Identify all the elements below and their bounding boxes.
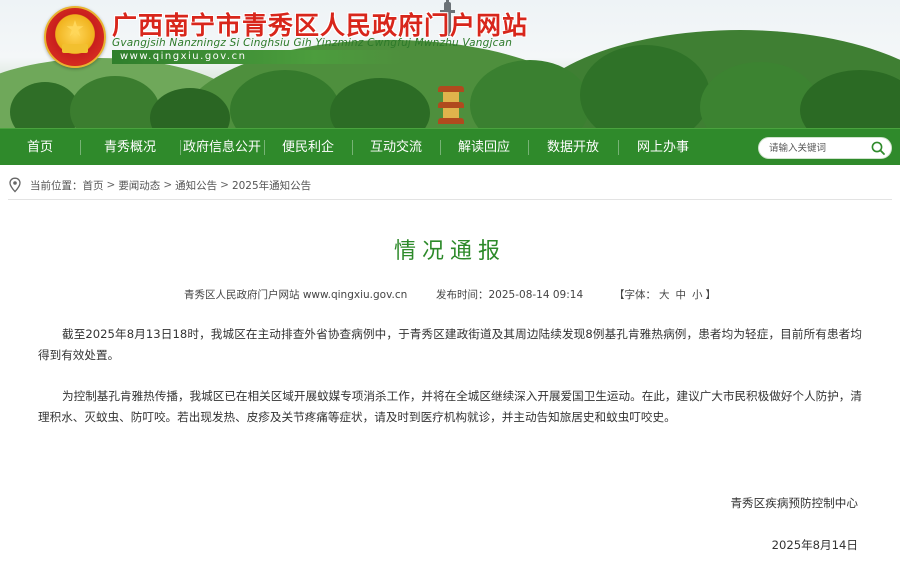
article-paragraph: 截至2025年8月13日18时，我城区在主动排查外省协查病例中，于青秀区建政街道… — [38, 327, 862, 362]
nav-item-home[interactable]: 首页 — [0, 129, 80, 166]
breadcrumb: 当前位置： 首页 > 要闻动态 > 通知公告 > 2025年通知公告 — [8, 175, 311, 195]
search-box — [758, 137, 892, 159]
main-nav: 首页 青秀概况 政府信息公开 便民利企 互动交流 解读回应 数据开放 网上办事 — [0, 128, 900, 165]
nav-item-interaction[interactable]: 互动交流 — [352, 129, 440, 166]
breadcrumb-divider — [8, 199, 892, 200]
breadcrumb-prefix: 当前位置： — [30, 179, 83, 192]
nav-item-online-services[interactable]: 网上办事 — [618, 129, 708, 166]
article-publish-time: 发布时间：2025-08-14 09:14 — [436, 287, 583, 302]
breadcrumb-separator: > — [220, 179, 229, 191]
nav-item-open-data[interactable]: 数据开放 — [528, 129, 618, 166]
article-source: 青秀区人民政府门户网站 www.qingxiu.gov.cn — [184, 289, 408, 301]
font-size-control: 【字体：大中小】 — [614, 287, 716, 302]
font-size-small[interactable]: 小 — [692, 289, 703, 301]
font-size-large[interactable]: 大 — [659, 289, 670, 301]
font-label-open: 【字体： — [614, 289, 656, 301]
national-emblem-icon — [44, 6, 106, 68]
breadcrumb-separator: > — [106, 179, 116, 191]
nav-item-gov-info[interactable]: 政府信息公开 — [180, 129, 264, 166]
site-subtitle: Gvangjsih Nanzningz Si Cinghsiu Gih Yinz… — [112, 37, 513, 49]
breadcrumb-notices[interactable]: 通知公告 — [175, 178, 217, 193]
article-date: 2025年8月14日 — [771, 538, 858, 552]
breadcrumb-2025-notices[interactable]: 2025年通知公告 — [232, 178, 311, 193]
breadcrumb-home[interactable]: 首页 — [83, 178, 104, 193]
font-size-medium[interactable]: 中 — [676, 289, 687, 301]
article-paragraph: 为控制基孔肯雅热传播，我城区已在相关区域开展蚊媒专项消杀工作，并将在全城区继续深… — [38, 389, 862, 424]
article-title: 情况通报 — [393, 239, 506, 264]
nav-item-services[interactable]: 便民利企 — [264, 129, 352, 166]
breadcrumb-news[interactable]: 要闻动态 — [118, 178, 160, 193]
pagoda-graphic — [438, 86, 464, 128]
location-pin-icon — [9, 177, 21, 193]
site-banner: 广西南宁市青秀区人民政府门户网站 Gvangjsih Nanzningz Si … — [0, 0, 900, 128]
publish-time-label: 发布时间： — [436, 289, 489, 301]
font-label-close: 】 — [705, 289, 717, 301]
article-signature: 青秀区疾病预防控制中心 — [730, 496, 858, 510]
nav-item-interpretation[interactable]: 解读回应 — [440, 129, 528, 166]
article-meta: 青秀区人民政府门户网站 www.qingxiu.gov.cn 发布时间：2025… — [0, 287, 900, 303]
search-input[interactable] — [769, 140, 869, 156]
nav-item-overview[interactable]: 青秀概况 — [80, 129, 180, 166]
breadcrumb-separator: > — [163, 179, 173, 191]
site-url: www.qingxiu.gov.cn — [112, 50, 402, 64]
search-icon[interactable] — [870, 140, 886, 156]
publish-time-value: 2025-08-14 09:14 — [488, 289, 584, 301]
